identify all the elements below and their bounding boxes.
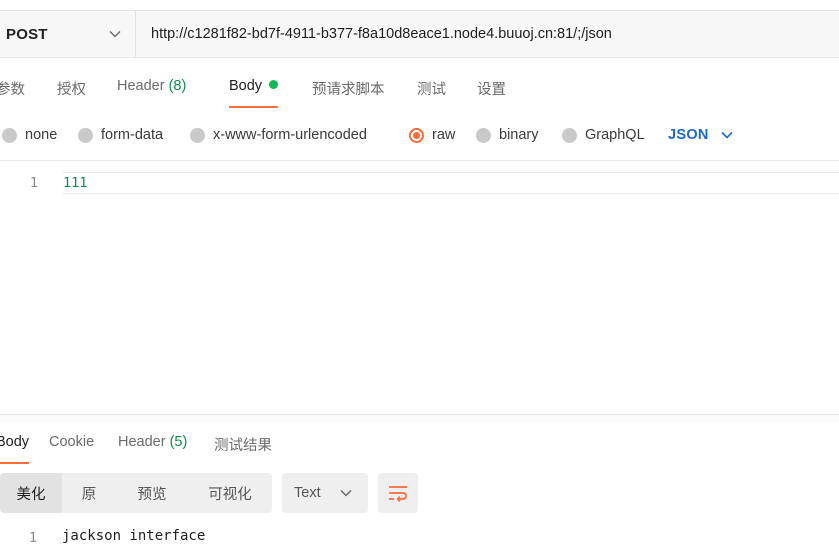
tab-authorization-label: 授权 xyxy=(57,82,86,98)
response-headers-count: (5) xyxy=(169,434,188,450)
tab-response-body[interactable]: Body xyxy=(0,434,30,464)
radio-binary-circle[interactable] xyxy=(476,127,491,143)
request-body-text[interactable]: 111 xyxy=(63,175,87,191)
radio-graphql[interactable]: GraphQL xyxy=(562,124,645,146)
tab-authorization[interactable]: 授权 xyxy=(57,78,86,108)
radio-raw[interactable]: raw xyxy=(409,124,455,146)
method-select[interactable]: POST xyxy=(0,11,136,57)
response-body-text: jackson interface xyxy=(62,528,206,544)
wrap-lines-button[interactable] xyxy=(378,473,418,513)
view-pretty-button[interactable]: 美化 xyxy=(0,473,62,513)
body-type-selector: none form-data x-www-form-urlencoded raw… xyxy=(0,118,839,152)
radio-none[interactable]: none xyxy=(2,124,57,146)
radio-graphql-circle[interactable] xyxy=(562,127,577,143)
request-tabs: 参数 授权 Header (8) Body 预请求脚本 测试 设置 xyxy=(0,70,839,110)
radio-raw-label: raw xyxy=(432,127,456,143)
tab-response-body-label: Body xyxy=(0,434,30,450)
tab-pre-request-script-label: 预请求脚本 xyxy=(312,82,385,98)
radio-binary[interactable]: binary xyxy=(476,124,539,146)
view-visualize-label: 可视化 xyxy=(208,486,252,503)
view-pretty-label: 美化 xyxy=(16,486,46,503)
tab-test-results[interactable]: 测试结果 xyxy=(214,434,272,464)
radio-urlencoded[interactable]: x-www-form-urlencoded xyxy=(190,124,367,146)
response-format-select[interactable]: Text xyxy=(282,473,368,513)
tab-headers-label: Header xyxy=(117,78,165,94)
tab-response-cookies-label: Cookie xyxy=(49,434,95,450)
line-number: 1 xyxy=(29,175,38,191)
tab-params-label: 参数 xyxy=(0,82,25,98)
view-preview-label: 预览 xyxy=(137,486,167,503)
radio-form-data[interactable]: form-data xyxy=(78,124,163,146)
tab-body[interactable]: Body xyxy=(229,78,279,108)
chevron-down-icon xyxy=(109,30,121,38)
active-line-highlight xyxy=(62,172,839,194)
tab-settings-label: 设置 xyxy=(477,82,506,98)
tab-test-results-label: 测试结果 xyxy=(214,438,272,454)
view-raw-button[interactable]: 原 xyxy=(62,473,116,513)
tab-pre-request-script[interactable]: 预请求脚本 xyxy=(312,78,385,108)
response-pane-separator[interactable] xyxy=(0,414,839,422)
url-input[interactable] xyxy=(137,11,839,57)
radio-none-label: none xyxy=(25,127,58,143)
tab-settings[interactable]: 设置 xyxy=(477,78,506,108)
chevron-down-icon xyxy=(340,489,352,497)
tab-response-headers[interactable]: Header (5) xyxy=(118,434,187,464)
chevron-down-icon xyxy=(721,131,733,139)
body-indicator-dot-icon xyxy=(269,80,279,89)
radio-none-circle[interactable] xyxy=(2,127,17,143)
tab-body-label: Body xyxy=(229,78,263,94)
radio-graphql-label: GraphQL xyxy=(585,127,645,143)
headers-count: (8) xyxy=(168,78,187,94)
tab-params[interactable]: 参数 xyxy=(0,78,25,108)
wrap-lines-icon xyxy=(389,486,407,502)
response-tabs: Body Cookie Header (5) 测试结果 xyxy=(0,424,839,464)
radio-binary-label: binary xyxy=(499,127,539,143)
request-url-bar: POST xyxy=(0,10,839,58)
tab-tests-label: 测试 xyxy=(417,82,446,98)
view-visualize-button[interactable]: 可视化 xyxy=(188,473,272,513)
language-label: JSON xyxy=(668,127,709,143)
language-select[interactable]: JSON xyxy=(668,124,733,146)
tab-response-headers-label: Header xyxy=(118,434,166,450)
active-tab-underline xyxy=(229,106,279,108)
response-format-label: Text xyxy=(294,485,321,501)
radio-form-data-label: form-data xyxy=(101,127,164,143)
tab-headers[interactable]: Header (8) xyxy=(117,78,186,108)
view-raw-label: 原 xyxy=(81,486,97,503)
method-label: POST xyxy=(6,25,48,43)
radio-form-data-circle[interactable] xyxy=(78,127,93,143)
tab-response-cookies[interactable]: Cookie xyxy=(49,434,94,464)
radio-raw-circle[interactable] xyxy=(409,127,424,143)
view-preview-button[interactable]: 预览 xyxy=(116,473,188,513)
radio-urlencoded-label: x-www-form-urlencoded xyxy=(213,127,367,143)
tab-tests[interactable]: 测试 xyxy=(417,78,446,108)
divider xyxy=(0,160,839,161)
radio-urlencoded-circle[interactable] xyxy=(190,127,205,143)
response-view-mode-group: 美化 原 预览 可视化 xyxy=(0,473,272,513)
active-tab-underline xyxy=(0,462,30,464)
response-line-number: 1 xyxy=(28,530,37,546)
